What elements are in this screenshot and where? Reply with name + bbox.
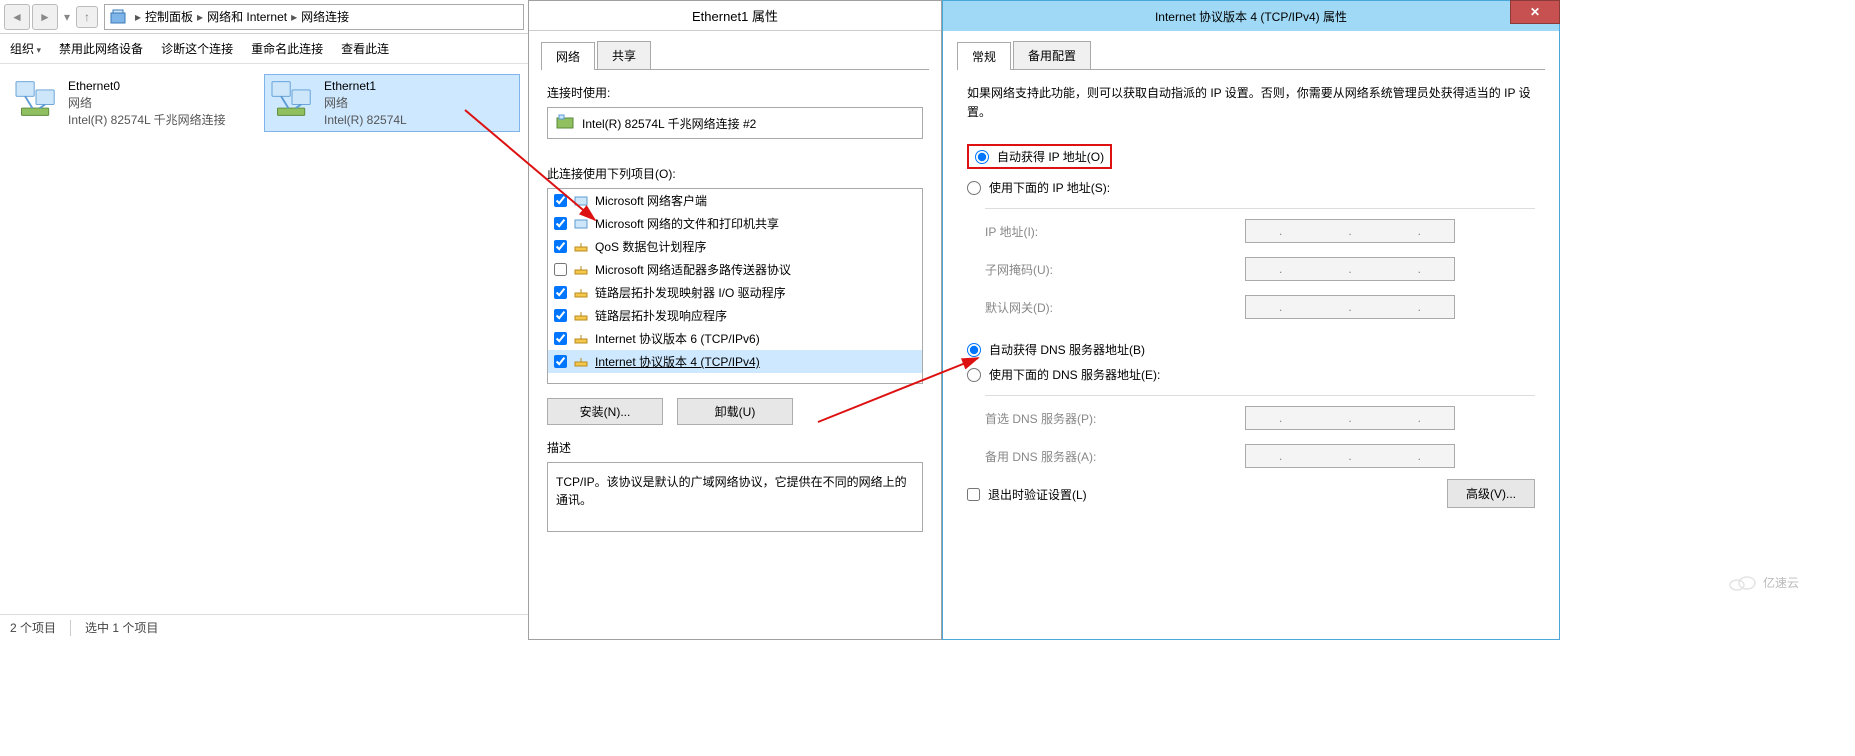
item-checkbox[interactable]	[554, 286, 567, 299]
network-adapter-icon	[268, 78, 316, 120]
watermark: 亿速云	[1727, 572, 1799, 592]
protocol-icon	[573, 263, 589, 277]
diagnose-button[interactable]: 诊断这个连接	[161, 40, 233, 57]
tab-strip: 网络 共享	[541, 41, 929, 70]
description-text: TCP/IP。该协议是默认的广域网络协议，它提供在不同的网络上的通讯。	[547, 462, 923, 532]
tab-general[interactable]: 常规	[957, 42, 1011, 70]
radio-manual-ip[interactable]: 使用下面的 IP 地址(S):	[967, 175, 1535, 200]
protocol-icon	[573, 309, 589, 323]
status-bar: 2 个项目 选中 1 个项目	[0, 614, 528, 640]
tab-share[interactable]: 共享	[597, 41, 651, 69]
dns-pref-input: ...	[1245, 406, 1455, 430]
breadcrumb-mid[interactable]: 网络和 Internet	[207, 8, 287, 25]
auto-ip-radio[interactable]	[975, 150, 989, 164]
connection-status: 网络	[68, 95, 226, 112]
ip-address-input: ...	[1245, 219, 1455, 243]
control-panel-icon	[109, 9, 127, 25]
connection-name: Ethernet0	[68, 78, 226, 95]
cloud-icon	[1727, 572, 1757, 592]
up-button[interactable]: ↑	[76, 6, 98, 28]
gateway-label: 默认网关(D):	[985, 299, 1245, 316]
item-count: 2 个项目	[10, 619, 56, 636]
connect-using-label: 连接时使用:	[547, 84, 923, 101]
radio-manual-dns[interactable]: 使用下面的 DNS 服务器地址(E):	[967, 362, 1535, 387]
breadcrumb-root[interactable]: 控制面板	[145, 8, 193, 25]
protocol-icon	[573, 286, 589, 300]
close-button[interactable]: ✕	[1510, 0, 1560, 24]
chevron-right-icon: ▸	[135, 10, 141, 24]
item-lltd-mapper[interactable]: 链路层拓扑发现映射器 I/O 驱动程序	[548, 281, 922, 304]
separator	[70, 620, 71, 636]
item-checkbox[interactable]	[554, 309, 567, 322]
connection-adapter: Intel(R) 82574L	[324, 112, 407, 129]
explorer-toolbar: 组织 禁用此网络设备 诊断这个连接 重命名此连接 查看此连	[0, 34, 528, 64]
back-button[interactable]: ◄	[4, 4, 30, 30]
protocol-icon	[573, 332, 589, 346]
radio-auto-ip[interactable]: 自动获得 IP 地址(O)	[967, 144, 1112, 169]
connection-adapter: Intel(R) 82574L 千兆网络连接	[68, 112, 226, 129]
manual-ip-radio[interactable]	[967, 181, 981, 195]
view-button[interactable]: 查看此连	[341, 40, 389, 57]
nav-bar: ◄ ► ▾ ↑ ▸ 控制面板 ▸ 网络和 Internet ▸ 网络连接	[0, 0, 528, 34]
dns-pref-label: 首选 DNS 服务器(P):	[985, 410, 1245, 427]
ip-address-label: IP 地址(I):	[985, 223, 1245, 240]
description-label: 描述	[547, 439, 923, 456]
item-checkbox[interactable]	[554, 332, 567, 345]
connection-name: Ethernet1	[324, 78, 407, 95]
connection-status: 网络	[324, 95, 407, 112]
subnet-label: 子网掩码(U):	[985, 261, 1245, 278]
tab-strip: 常规 备用配置	[957, 41, 1545, 70]
breadcrumb[interactable]: ▸ 控制面板 ▸ 网络和 Internet ▸ 网络连接	[104, 4, 524, 30]
network-adapter-icon	[12, 78, 60, 120]
gateway-input: ...	[1245, 295, 1455, 319]
dns-alt-input: ...	[1245, 444, 1455, 468]
organize-menu[interactable]: 组织	[10, 40, 41, 57]
connection-ethernet0[interactable]: Ethernet0 网络 Intel(R) 82574L 千兆网络连接	[8, 74, 264, 132]
annotation-arrow-2	[808, 340, 1008, 440]
dns-alt-label: 备用 DNS 服务器(A):	[985, 448, 1245, 465]
history-dropdown[interactable]: ▾	[60, 4, 74, 30]
radio-auto-dns[interactable]: 自动获得 DNS 服务器地址(B)	[967, 337, 1535, 362]
close-icon: ✕	[1530, 5, 1540, 19]
dialog-title: Internet 协议版本 4 (TCP/IPv4) 属性	[943, 8, 1559, 25]
watermark-text: 亿速云	[1763, 574, 1799, 591]
selected-count: 选中 1 个项目	[85, 619, 158, 636]
validate-checkbox[interactable]	[967, 488, 980, 501]
tab-alternate[interactable]: 备用配置	[1013, 41, 1091, 69]
info-text: 如果网络支持此功能，则可以获取自动指派的 IP 设置。否则，你需要从网络系统管理…	[967, 84, 1535, 122]
chevron-right-icon: ▸	[291, 10, 297, 24]
item-checkbox[interactable]	[554, 263, 567, 276]
network-connections-explorer: ◄ ► ▾ ↑ ▸ 控制面板 ▸ 网络和 Internet ▸ 网络连接 组织 …	[0, 0, 528, 640]
tab-network[interactable]: 网络	[541, 42, 595, 70]
ethernet-properties-dialog: Ethernet1 属性 网络 共享 连接时使用: Intel(R) 82574…	[528, 0, 942, 640]
connections-list: Ethernet0 网络 Intel(R) 82574L 千兆网络连接 Ethe…	[0, 64, 528, 142]
item-lltd-responder[interactable]: 链路层拓扑发现响应程序	[548, 304, 922, 327]
item-checkbox[interactable]	[554, 355, 567, 368]
chevron-right-icon: ▸	[197, 10, 203, 24]
breadcrumb-leaf[interactable]: 网络连接	[301, 8, 349, 25]
ipv4-properties-dialog: Internet 协议版本 4 (TCP/IPv4) 属性 ✕ 常规 备用配置 …	[942, 0, 1560, 640]
subnet-input: ...	[1245, 257, 1455, 281]
uninstall-button[interactable]: 卸载(U)	[677, 398, 793, 425]
dialog-title-bar[interactable]: Internet 协议版本 4 (TCP/IPv4) 属性 ✕	[943, 1, 1559, 31]
rename-button[interactable]: 重命名此连接	[251, 40, 323, 57]
disable-device-button[interactable]: 禁用此网络设备	[59, 40, 143, 57]
annotation-arrow-1	[455, 100, 675, 250]
install-button[interactable]: 安装(N)...	[547, 398, 663, 425]
dialog-title: Ethernet1 属性	[529, 1, 941, 31]
advanced-button[interactable]: 高级(V)...	[1447, 479, 1535, 508]
item-multiplex[interactable]: Microsoft 网络适配器多路传送器协议	[548, 258, 922, 281]
protocol-icon	[573, 355, 589, 369]
forward-button[interactable]: ►	[32, 4, 58, 30]
